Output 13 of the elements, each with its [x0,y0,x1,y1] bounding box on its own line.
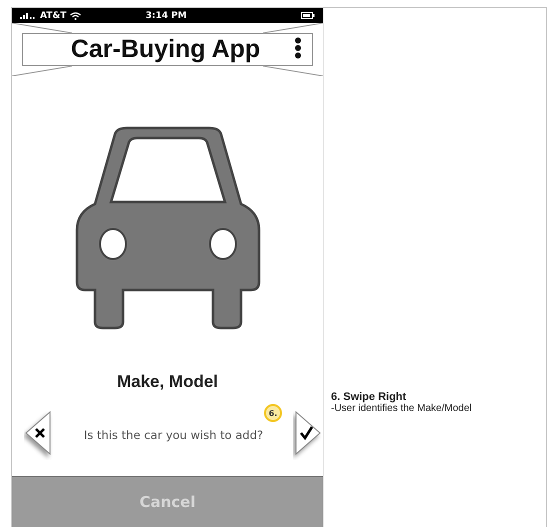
clock-time: 3:14 PM [144,10,188,20]
car-icon [74,126,260,330]
battery-icon [301,12,315,19]
confirm-question: Is this the car you wish to add? [82,428,264,442]
cancel-button[interactable]: Cancel [12,476,323,527]
wifi-icon [70,12,82,20]
annotation-text: -User identifies the Make/Model [331,403,472,414]
app-title: Car-Buying App [70,35,262,64]
carrier-label: AT&T [40,10,66,20]
step-badge: 6. [264,404,282,422]
signal-icon [20,12,36,19]
annotation-title: 6. Swipe Right [331,391,408,403]
car-make-model: Make, Model [116,372,220,392]
